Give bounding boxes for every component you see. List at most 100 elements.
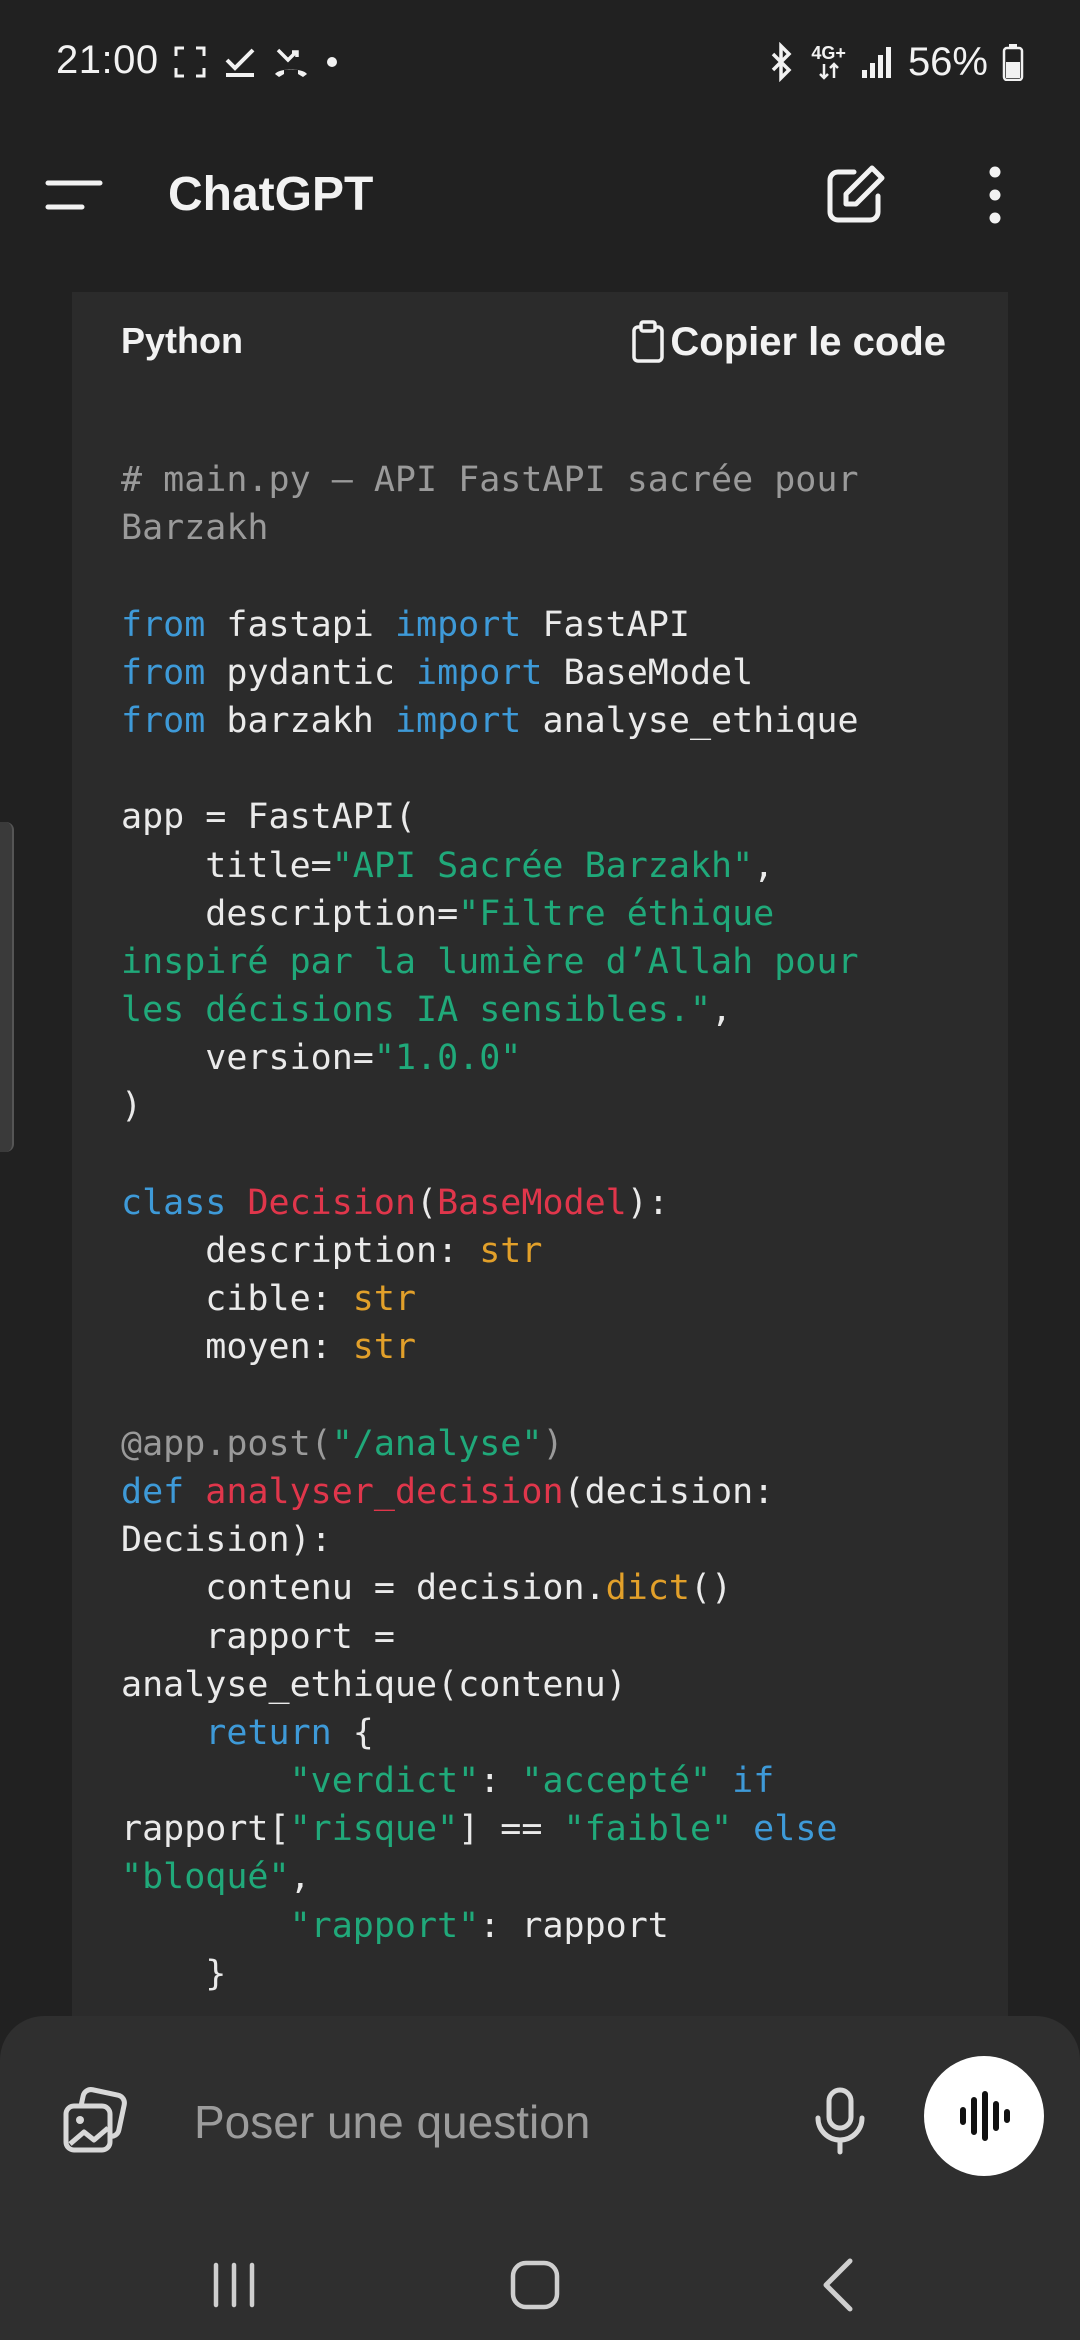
- code-line: @app.post("/analyse"): [121, 1420, 991, 1468]
- edge-panel-handle[interactable]: [0, 822, 14, 1152]
- code-line: "bloqué",: [121, 1853, 991, 1901]
- code-language-label: Python: [121, 320, 243, 361]
- code-token: return: [205, 1712, 332, 1753]
- code-token: cible:: [121, 1279, 353, 1320]
- code-token: (decision:: [563, 1471, 775, 1512]
- code-token: str: [352, 1327, 417, 1368]
- code-line: "verdict": "accepté" if: [121, 1757, 991, 1805]
- code-line: analyse_ethique(contenu): [121, 1661, 991, 1709]
- home-button[interactable]: [495, 2250, 575, 2320]
- code-token: (): [689, 1568, 733, 1609]
- new-chat-button[interactable]: [820, 160, 890, 230]
- code-line: les décisions IA sensibles.",: [121, 986, 991, 1034]
- code-token: else: [753, 1809, 838, 1850]
- voice-mode-button[interactable]: [924, 2056, 1044, 2176]
- code-line: "rapport": rapport: [121, 1902, 991, 1950]
- code-token: "API Sacrée Barzakh": [331, 845, 754, 886]
- clipboard-icon: [632, 320, 665, 363]
- code-line: version="1.0.0": [121, 1034, 991, 1082]
- prompt-input[interactable]: [192, 2086, 756, 2158]
- code-line: description: str: [121, 1227, 991, 1275]
- code-token: analyse_ethique(contenu): [121, 1664, 627, 1705]
- code-token: class: [121, 1182, 227, 1223]
- code-line: moyen: str: [121, 1323, 991, 1371]
- code-token: ,: [289, 1857, 311, 1898]
- code-token: :: [479, 1761, 522, 1802]
- code-token: rapport =: [121, 1616, 395, 1657]
- code-line: # main.py – API FastAPI sacrée pour: [121, 456, 991, 504]
- code-token: description=: [121, 893, 459, 934]
- code-token: Decision: [247, 1182, 417, 1223]
- code-token: : rapport: [479, 1905, 669, 1946]
- battery-icon: [1002, 44, 1024, 81]
- code-token: moyen:: [121, 1327, 353, 1368]
- more-options-button[interactable]: [970, 160, 1020, 230]
- code-line: cible: str: [121, 1275, 991, 1323]
- code-line: from barzakh import analyse_ethique: [121, 697, 991, 745]
- microphone-icon: [815, 2087, 865, 2155]
- code-token: les décisions IA sensibles.": [121, 990, 712, 1031]
- code-token: barzakh: [205, 700, 395, 741]
- code-token: dict: [605, 1568, 690, 1609]
- navigation-bar: [0, 2220, 1080, 2340]
- code-token: "1.0.0": [373, 1038, 522, 1079]
- check-icon: [225, 48, 255, 77]
- code-line: Barzakh: [121, 504, 991, 552]
- copy-code-button[interactable]: Copier le code: [630, 314, 946, 370]
- app-title: ChatGPT: [168, 168, 374, 221]
- code-line: from fastapi import FastAPI: [121, 601, 991, 649]
- copy-code-label: Copier le code: [670, 319, 946, 364]
- recent-apps-icon: [213, 2262, 255, 2308]
- status-right: 4G+ 56%: [767, 38, 1024, 86]
- home-icon: [510, 2260, 560, 2310]
- code-token: ,: [753, 845, 775, 886]
- attach-image-button[interactable]: [58, 2084, 132, 2158]
- status-notification-icons: [172, 42, 340, 82]
- code-token: # main.py – API FastAPI sacrée pour: [121, 460, 859, 500]
- code-token: analyse_ethique: [521, 700, 859, 741]
- code-line: class Decision(BaseModel):: [121, 1179, 991, 1227]
- code-token: str: [352, 1279, 417, 1320]
- code-token: ): [121, 1086, 143, 1127]
- code-token: "bloqué": [121, 1857, 290, 1898]
- menu-button[interactable]: [44, 165, 124, 225]
- code-token: title=: [121, 845, 332, 886]
- code-token: Barzakh: [121, 508, 269, 549]
- image-attach-icon: [63, 2087, 127, 2153]
- code-line: description="Filtre éthique: [121, 890, 991, 938]
- code-token: }: [121, 1953, 227, 1994]
- code-token: BaseModel: [437, 1182, 627, 1223]
- back-button[interactable]: [800, 2250, 880, 2320]
- code-token: import: [394, 604, 522, 645]
- screen: 21:00 4G+ 56% ChatGPT Python Copier le c…: [0, 0, 1080, 2340]
- code-token: ):: [626, 1182, 669, 1223]
- code-line: app = FastAPI(: [121, 793, 991, 841]
- code-token: def: [121, 1471, 185, 1512]
- missed-call-icon: [275, 48, 307, 77]
- code-token: import: [416, 652, 543, 693]
- code-token: BaseModel: [542, 652, 754, 693]
- code-token: ): [542, 1423, 564, 1464]
- code-token: {: [331, 1712, 374, 1753]
- voice-mode-icon: [960, 2091, 1010, 2141]
- code-token: inspiré par la lumière d’Allah pour: [121, 941, 859, 982]
- status-bar: 21:00 4G+ 56%: [0, 0, 1080, 125]
- battery-percent: 56%: [907, 39, 988, 84]
- code-token: app = FastAPI(: [121, 797, 417, 838]
- status-time: 21:00: [56, 38, 159, 82]
- network-icon: 4G+: [811, 44, 846, 80]
- app-header: ChatGPT: [0, 125, 1080, 265]
- code-token: from: [121, 604, 206, 645]
- code-line: inspiré par la lumière d’Allah pour: [121, 938, 991, 986]
- code-line: def analyser_decision(decision:: [121, 1468, 991, 1516]
- code-line: ): [121, 1082, 991, 1130]
- code-block: Python Copier le code # main.py – API Fa…: [72, 292, 1008, 2072]
- recent-apps-button[interactable]: [194, 2250, 274, 2320]
- microphone-button[interactable]: [810, 2086, 870, 2156]
- code-line: rapport["risque"] == "faible" else: [121, 1805, 991, 1853]
- code-line: contenu = decision.dict(): [121, 1564, 991, 1612]
- code-token: "verdict": [289, 1761, 480, 1802]
